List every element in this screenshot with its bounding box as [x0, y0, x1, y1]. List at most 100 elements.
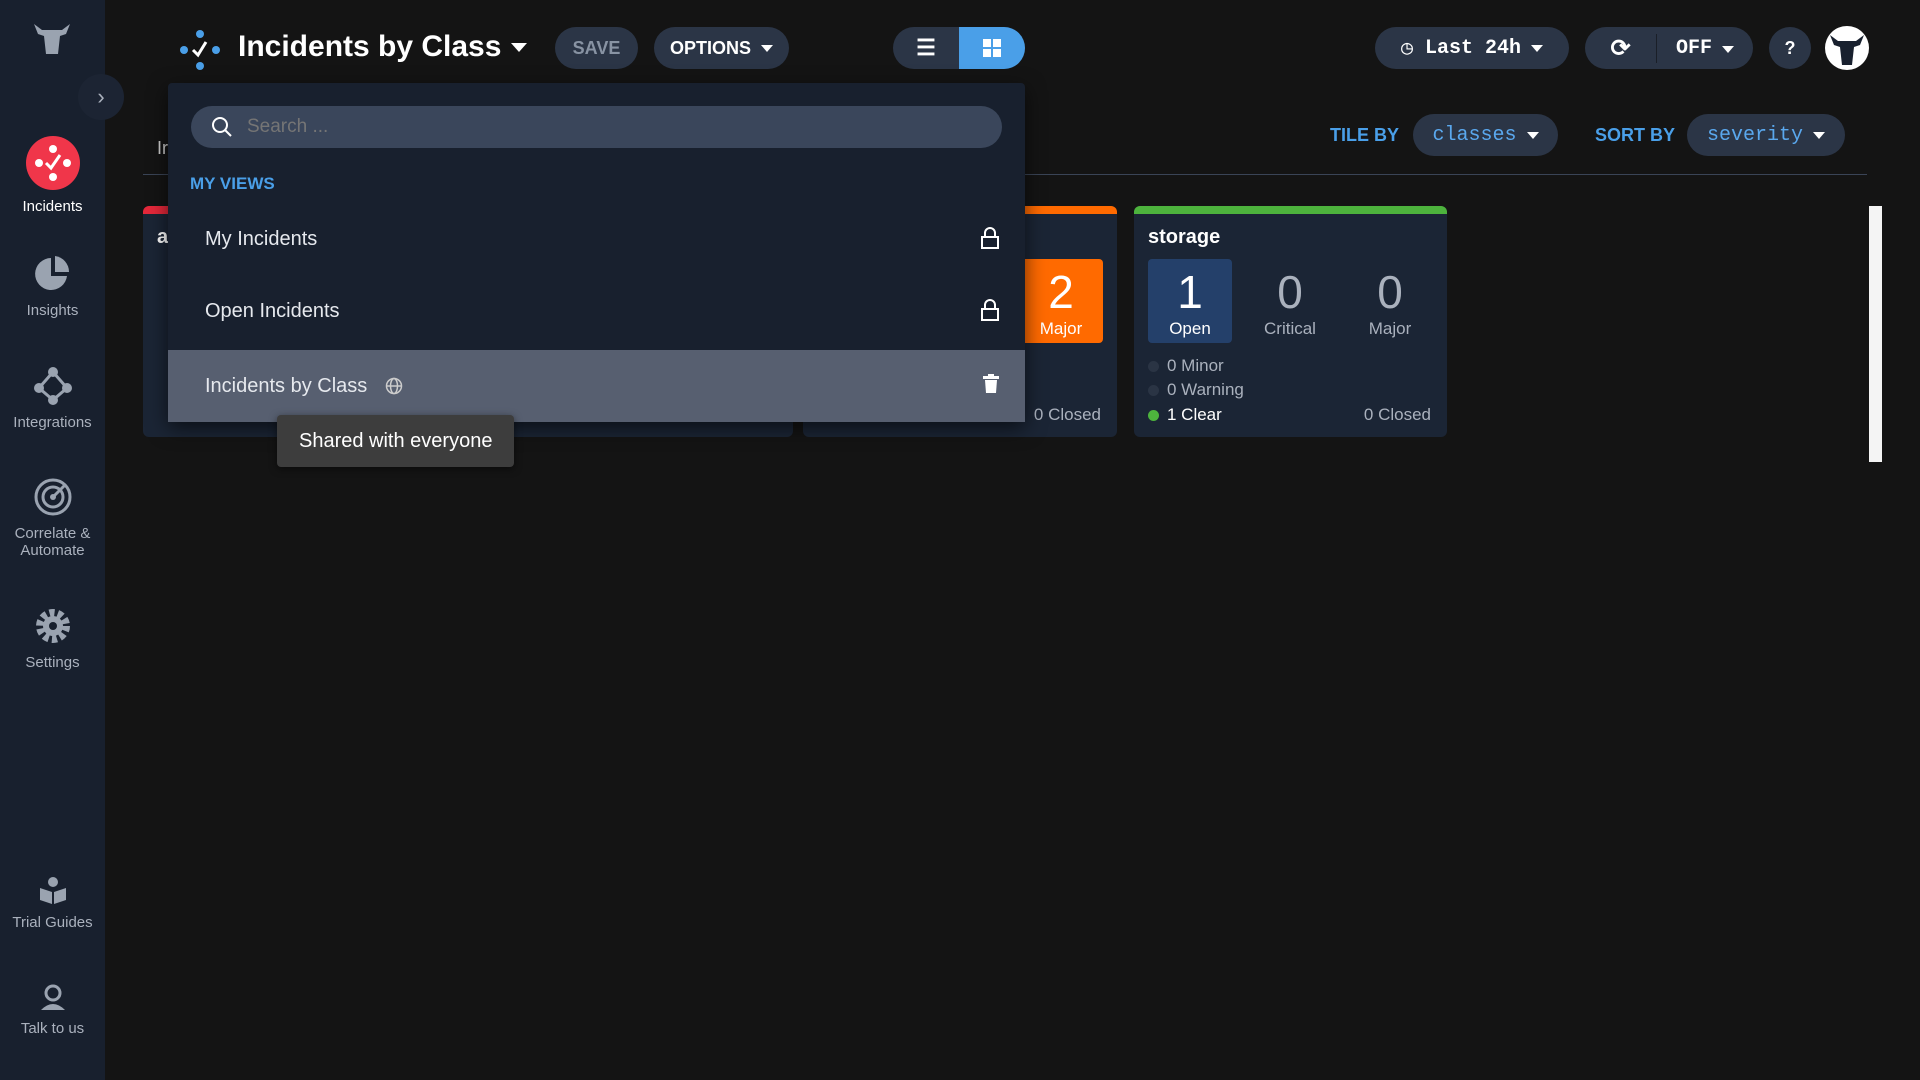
page-title: Incidents by Class: [238, 30, 502, 63]
major-stat[interactable]: 0 Major: [1348, 259, 1432, 343]
logo-icon: [34, 24, 70, 54]
tile-by-value: classes: [1432, 123, 1517, 147]
view-item-open-incidents[interactable]: Open Incidents: [168, 275, 1025, 347]
clear-count: 1 Clear: [1148, 405, 1222, 425]
status-dot: [1148, 361, 1159, 373]
clock-icon: ◷: [1400, 38, 1414, 61]
sidebar-item-label: Trial Guides: [12, 914, 93, 931]
refresh-button[interactable]: ⟳: [1585, 33, 1657, 63]
chevron-right-icon: ›: [97, 84, 105, 109]
major-label: Major: [1368, 319, 1412, 338]
sidebar-item-insights[interactable]: Insights: [0, 254, 105, 319]
sidebar-item-integrations[interactable]: Integrations: [0, 366, 105, 431]
view-selector[interactable]: Incidents by Class: [238, 30, 528, 64]
list-view-button[interactable]: ☰: [893, 27, 959, 69]
section-label: MY VIEWS: [190, 174, 275, 193]
warning-count: 0 Warning: [1148, 380, 1244, 400]
support-agent-icon: [40, 984, 65, 1010]
avatar[interactable]: [1824, 25, 1870, 71]
sidebar-item-incidents[interactable]: Incidents: [0, 136, 105, 215]
refresh-control: ⟳ OFF: [1585, 27, 1753, 69]
major-count: 2: [1048, 266, 1074, 318]
auto-refresh-dropdown[interactable]: OFF: [1657, 37, 1753, 60]
sidebar-item-settings[interactable]: Settings: [0, 606, 105, 671]
expand-sidebar-button[interactable]: ›: [78, 74, 124, 120]
refresh-icon: ⟳: [1610, 34, 1631, 62]
sidebar-item-label: Correlate &: [14, 525, 91, 542]
options-label: OPTIONS: [669, 37, 751, 58]
incidents-icon: [25, 136, 80, 190]
view-label: Incidents by Class: [205, 374, 368, 397]
time-range-dropdown[interactable]: ◷ Last 24h: [1375, 27, 1569, 69]
sidebar-item-trial-guides[interactable]: Trial Guides: [0, 876, 105, 931]
sidebar-item-label: Automate: [20, 542, 85, 559]
view-item-incidents-by-class[interactable]: Incidents by Class: [168, 350, 1025, 422]
sidebar-item-label: Insights: [26, 302, 79, 319]
sidebar-item-label: Integrations: [13, 414, 92, 431]
sort-by-value: severity: [1706, 123, 1803, 147]
search-input[interactable]: [247, 116, 947, 138]
open-label: Open: [1169, 319, 1211, 338]
pie-chart-icon: [34, 256, 69, 290]
sort-by-label: SORT BY: [1595, 125, 1676, 145]
save-label: SAVE: [572, 37, 621, 58]
tile-title: a: [157, 226, 169, 248]
critical-label: Critical: [1264, 319, 1316, 338]
book-icon: [39, 877, 66, 904]
list-icon: ☰: [916, 35, 936, 60]
major-label: Major: [1039, 319, 1083, 338]
view-label: My Incidents: [205, 227, 318, 250]
severity-bar: [1134, 206, 1447, 214]
auto-refresh-value: OFF: [1675, 36, 1712, 60]
views-dropdown: MY VIEWS My Incidents Open Incidents Inc…: [168, 83, 1025, 422]
search-icon: [212, 117, 232, 137]
caret-down-icon: [1813, 131, 1825, 139]
view-label: Open Incidents: [205, 299, 340, 322]
caret-down-icon: [511, 42, 528, 52]
caret-down-icon: [1526, 131, 1539, 139]
integrations-icon: [33, 367, 72, 405]
view-icon: [180, 30, 220, 70]
options-button[interactable]: OPTIONS: [654, 27, 789, 69]
save-button[interactable]: SAVE: [555, 27, 638, 69]
minor-count: 0 Minor: [1148, 356, 1224, 376]
sidebar: Incidents Insights Integrations Correlat…: [0, 0, 105, 1080]
sidebar-item-label: Settings: [25, 654, 80, 671]
sort-by-dropdown[interactable]: severity: [1687, 114, 1845, 156]
grid-icon: [983, 39, 1001, 57]
tile-view-button[interactable]: [959, 27, 1025, 69]
trash-icon[interactable]: [983, 374, 999, 394]
critical-stat[interactable]: 0 Critical: [1248, 259, 1332, 343]
tab-partial[interactable]: Ir: [157, 138, 168, 159]
help-icon: ?: [1784, 37, 1796, 58]
scrollbar[interactable]: [1869, 206, 1882, 462]
lock-icon: [981, 227, 999, 249]
help-button[interactable]: ?: [1769, 27, 1811, 69]
tooltip: Shared with everyone: [277, 415, 515, 467]
lock-icon: [981, 299, 999, 321]
tile-title: storage: [1148, 226, 1221, 248]
gear-icon: [35, 609, 70, 643]
major-count: 0: [1377, 266, 1403, 318]
search-field[interactable]: [191, 106, 1002, 148]
radar-icon: [34, 478, 71, 516]
class-tile-storage[interactable]: storage 1 Open 0 Critical 0 Major 0 Minor 0…: [1134, 206, 1447, 437]
tooltip-text: Shared with everyone: [299, 429, 493, 452]
sidebar-item-correlate-automate[interactable]: Correlate & Automate: [0, 477, 105, 559]
sidebar-item-talk-to-us[interactable]: Talk to us: [0, 982, 105, 1037]
tile-by-dropdown[interactable]: classes: [1413, 114, 1558, 156]
major-stat[interactable]: 2 Major: [1019, 259, 1103, 343]
time-range-value: Last 24h: [1425, 36, 1522, 60]
closed-count: 0 Closed: [1363, 405, 1431, 424]
open-count: 1: [1177, 266, 1203, 318]
critical-count: 0: [1277, 266, 1303, 318]
status-dot: [1148, 385, 1159, 397]
view-item-my-incidents[interactable]: My Incidents: [168, 203, 1025, 275]
caret-down-icon: [1722, 45, 1734, 53]
caret-down-icon: [761, 44, 773, 52]
sidebar-item-label: Incidents: [22, 198, 83, 215]
open-stat[interactable]: 1 Open: [1148, 259, 1232, 343]
closed-count: 0 Closed: [1033, 405, 1101, 424]
globe-icon[interactable]: [385, 377, 403, 395]
caret-down-icon: [1531, 44, 1544, 52]
